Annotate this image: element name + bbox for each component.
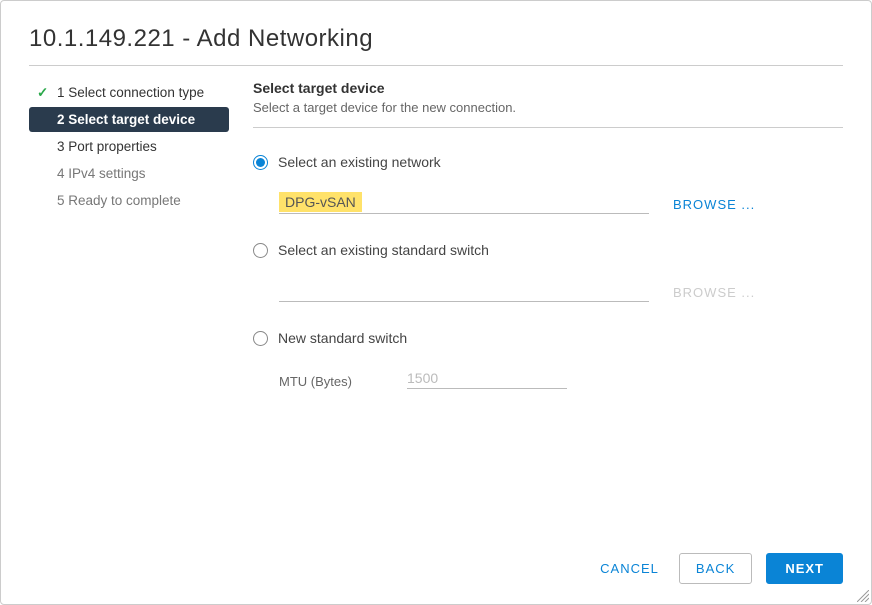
back-button[interactable]: BACK [679, 553, 752, 584]
dialog-title: 10.1.149.221 - Add Networking [29, 25, 843, 66]
option-label: New standard switch [278, 330, 407, 346]
browse-switch-button: BROWSE ... [673, 285, 755, 302]
content-title: Select target device [253, 80, 843, 96]
option-label: Select an existing network [278, 154, 441, 170]
resize-grip-icon [857, 590, 869, 602]
step-ipv4-settings: 4 IPv4 settings [29, 161, 229, 186]
step-connection-type[interactable]: 1 Select connection type [29, 80, 229, 105]
mtu-label: MTU (Bytes) [279, 374, 379, 389]
browse-network-button[interactable]: BROWSE ... [673, 197, 755, 214]
dialog-footer: CANCEL BACK NEXT [29, 543, 843, 584]
step-target-device[interactable]: 2 Select target device [29, 107, 229, 132]
option-new-switch[interactable]: New standard switch [253, 330, 843, 346]
mtu-input [407, 368, 567, 389]
existing-network-body: DPG-vSAN BROWSE ... [253, 174, 843, 242]
next-button[interactable]: NEXT [766, 553, 843, 584]
radio-icon[interactable] [253, 243, 268, 258]
content-subtitle: Select a target device for the new conne… [253, 100, 843, 128]
dialog-body: 1 Select connection type 2 Select target… [29, 66, 843, 543]
add-networking-dialog: 10.1.149.221 - Add Networking 1 Select c… [0, 0, 872, 605]
wizard-content: Select target device Select a target dev… [253, 80, 843, 543]
option-existing-switch[interactable]: Select an existing standard switch [253, 242, 843, 258]
cancel-button[interactable]: CANCEL [594, 553, 665, 584]
existing-switch-body: BROWSE ... [253, 262, 843, 330]
radio-icon[interactable] [253, 155, 268, 170]
step-ready-complete: 5 Ready to complete [29, 188, 229, 213]
radio-icon[interactable] [253, 331, 268, 346]
wizard-steps: 1 Select connection type 2 Select target… [29, 80, 229, 543]
option-existing-network[interactable]: Select an existing network [253, 154, 843, 170]
step-port-properties: 3 Port properties [29, 134, 229, 159]
selected-network-value: DPG-vSAN [279, 192, 362, 212]
existing-switch-field [279, 280, 649, 302]
existing-network-field[interactable]: DPG-vSAN [279, 192, 649, 214]
new-switch-body: MTU (Bytes) [253, 350, 843, 389]
option-label: Select an existing standard switch [278, 242, 489, 258]
